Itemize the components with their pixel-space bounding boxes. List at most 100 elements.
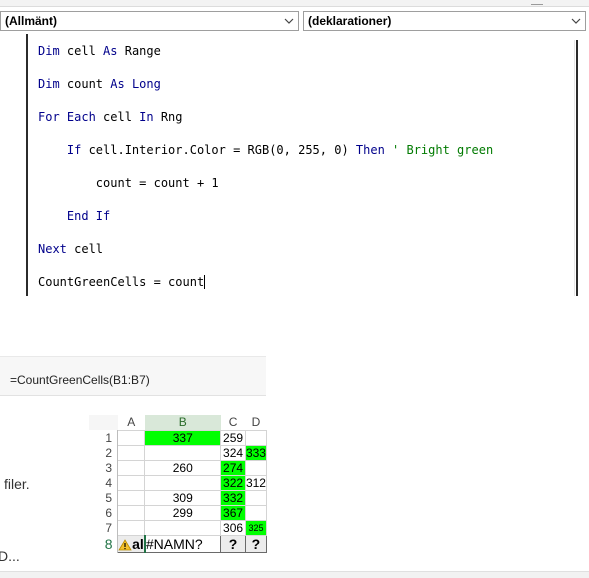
cell-c8[interactable]: ? <box>220 534 246 553</box>
code-text: count <box>59 77 111 91</box>
side-panel-text: D... <box>0 548 20 564</box>
row-gutter <box>89 490 100 505</box>
row-number[interactable]: 4 <box>100 475 119 490</box>
row-number[interactable]: 5 <box>100 490 119 505</box>
vba-editor-window: (Allmänt) (deklarationer) Dim cell As Ra… <box>0 0 589 296</box>
code-keyword: As <box>103 44 118 58</box>
cell-d8[interactable]: ? <box>244 534 268 553</box>
cell-d1[interactable] <box>244 429 268 446</box>
row-gutter <box>89 430 100 445</box>
table-row: 6 299 367 <box>89 504 268 521</box>
column-header-b[interactable]: B <box>144 415 221 430</box>
side-panel-text: filer. <box>4 476 30 492</box>
cell-d3[interactable] <box>244 459 268 476</box>
object-dropdown-value: (Allmänt) <box>5 14 57 28</box>
cell-a5[interactable] <box>117 489 146 506</box>
code-line[interactable]: count = count + 1 <box>38 176 219 190</box>
row-gutter <box>89 520 100 535</box>
cell-d5[interactable] <box>244 489 268 506</box>
row-gutter <box>89 505 100 520</box>
code-margin-bar <box>26 34 28 296</box>
cell-c6[interactable]: 367 <box>220 504 246 521</box>
cell-a2[interactable] <box>117 444 146 461</box>
cell-b2[interactable] <box>144 444 222 461</box>
cell-d2[interactable]: 333 <box>244 444 268 461</box>
cell-b6[interactable]: 299 <box>144 504 222 521</box>
cell-c3[interactable]: 274 <box>220 459 246 476</box>
column-header-d[interactable]: D <box>245 415 267 430</box>
cell-c2[interactable]: 324 <box>220 444 246 461</box>
cell-a3[interactable] <box>117 459 146 476</box>
table-row: 3 260 274 <box>89 459 268 476</box>
warning-icon[interactable] <box>118 538 132 551</box>
column-header-a[interactable]: A <box>117 415 145 430</box>
select-all-corner[interactable] <box>100 415 118 430</box>
code-line[interactable]: CountGreenCells = count <box>38 275 206 289</box>
window-top-edge <box>0 0 589 7</box>
cell-c7[interactable]: 306 <box>220 519 246 536</box>
column-header-c[interactable]: C <box>220 415 246 430</box>
cell-a1[interactable] <box>117 429 146 446</box>
code-pane[interactable]: Dim cell As Range Dim count As Long For Ea… <box>0 34 589 296</box>
minimize-mark[interactable] <box>531 4 543 5</box>
code-line[interactable]: Next cell <box>38 242 103 256</box>
code-line[interactable]: End If <box>38 209 110 223</box>
code-line[interactable]: If cell.Interior.Color = RGB(0, 255, 0) … <box>38 143 493 157</box>
code-keyword: Dim <box>38 77 60 91</box>
row-number[interactable]: 3 <box>100 460 119 475</box>
table-row: 1 337 259 <box>89 429 268 446</box>
code-keyword: As <box>110 77 125 91</box>
cell-a6[interactable] <box>117 504 146 521</box>
vertical-scrollbar[interactable] <box>574 40 587 296</box>
cell-b7[interactable] <box>144 519 222 536</box>
code-comment: ' Bright green <box>384 143 494 157</box>
cell-b4[interactable] <box>144 474 222 491</box>
cell-b3[interactable]: 260 <box>144 459 222 476</box>
cell-c4[interactable]: 322 <box>220 474 246 491</box>
row-gutter <box>89 445 100 460</box>
cell-c1[interactable]: 259 <box>220 429 246 446</box>
code-line[interactable]: Dim cell As Range <box>38 44 161 58</box>
cell-d7[interactable]: 325 <box>244 519 268 536</box>
row-number[interactable]: 1 <box>100 430 119 445</box>
chevron-down-icon <box>284 18 294 24</box>
code-text: Rng <box>153 110 183 124</box>
cell-b5[interactable]: 309 <box>144 489 222 506</box>
cell-b1[interactable]: 337 <box>144 429 222 446</box>
cell-a4[interactable] <box>117 474 146 491</box>
cell-a8-text: al <box>132 535 144 552</box>
table-row: 8 al #NAMN? ? ? <box>89 534 268 553</box>
code-keyword: In <box>139 110 154 124</box>
cell-a7[interactable] <box>117 519 146 536</box>
scrollbar-thumb[interactable] <box>576 40 578 296</box>
formula-bar[interactable]: =CountGreenCells(B1:B7) <box>0 356 266 396</box>
code-keyword: Next <box>38 242 67 256</box>
cell-a8[interactable]: al <box>117 534 146 553</box>
row-number[interactable]: 7 <box>100 520 119 535</box>
code-keyword: End If <box>66 209 111 223</box>
row-number[interactable]: 6 <box>100 505 119 520</box>
select-all-corner[interactable] <box>89 415 101 430</box>
cell-d4[interactable]: 312 <box>244 474 268 491</box>
code-text: CountGreenCells = count <box>38 275 205 289</box>
procedure-dropdown-value: (deklarationer) <box>308 14 392 28</box>
row-number[interactable]: 8 <box>100 535 119 552</box>
code-text: cell.Interior.Color = RGB(0, 255, 0) <box>81 143 356 157</box>
code-keyword: Dim <box>38 44 60 58</box>
table-row: 4 322 312 <box>89 474 268 491</box>
procedure-dropdown[interactable]: (deklarationer) <box>303 11 586 31</box>
cell-d6[interactable] <box>244 504 268 521</box>
code-text: cell <box>59 44 104 58</box>
code-keyword: If <box>66 143 82 157</box>
code-keyword: Long <box>131 77 161 91</box>
chevron-down-icon <box>571 18 581 24</box>
code-line[interactable]: Dim count As Long <box>38 77 161 91</box>
cell-b8[interactable]: #NAMN? <box>143 534 222 553</box>
cell-c5[interactable]: 332 <box>220 489 246 506</box>
object-dropdown[interactable]: (Allmänt) <box>0 11 299 31</box>
code-line[interactable]: For Each cell In Rng <box>38 110 183 124</box>
text-caret <box>204 275 206 289</box>
row-number[interactable]: 2 <box>100 445 119 460</box>
